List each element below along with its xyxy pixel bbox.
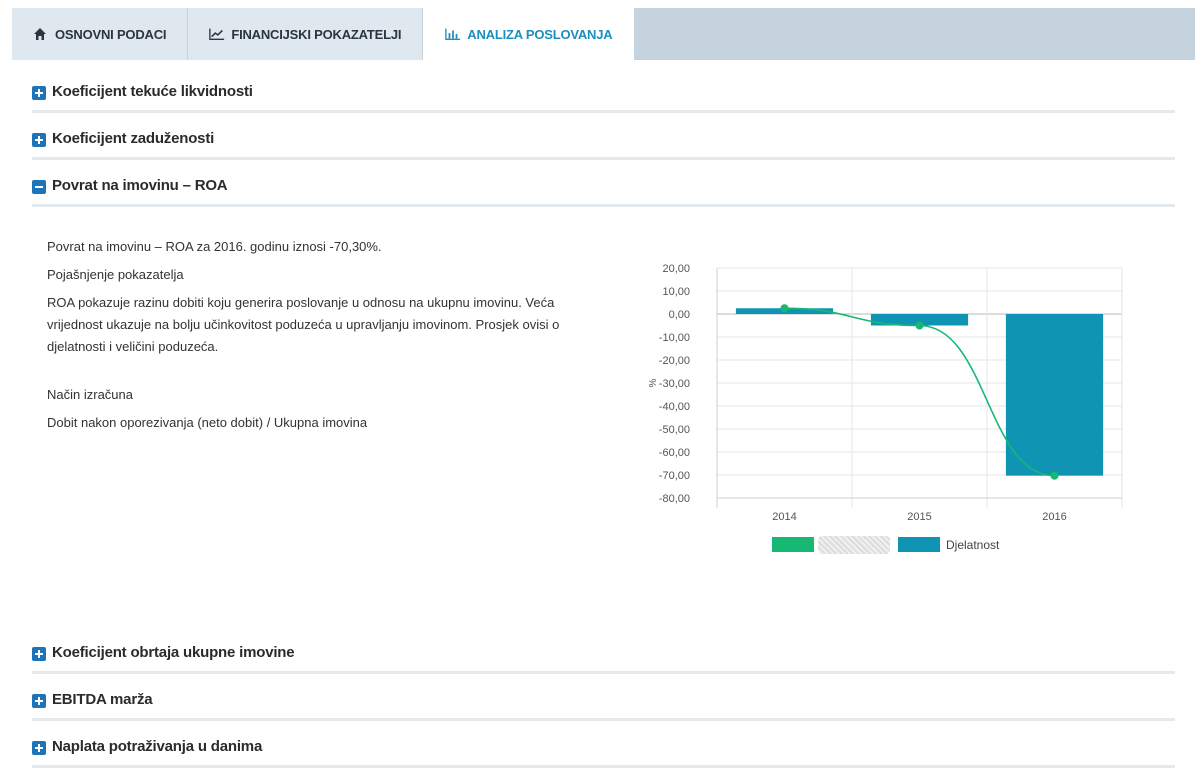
plus-icon [32, 86, 46, 100]
legend-blurred-label [818, 536, 890, 554]
section-title: EBITDA marža [52, 691, 153, 708]
section-title: Koeficijent obrtaja ukupne imovine [52, 644, 295, 661]
minus-icon [32, 180, 46, 194]
plus-icon [32, 694, 46, 708]
tab-osnovni-podaci[interactable]: OSNOVNI PODACI [12, 8, 189, 60]
y-tick-label: -30,00 [659, 378, 690, 390]
line-chart-icon [209, 27, 225, 41]
legend-swatch-bar [898, 537, 940, 552]
section-title: Povrat na imovinu – ROA [52, 177, 228, 194]
y-tick-label: -80,00 [659, 493, 690, 505]
bar-chart-icon [445, 27, 461, 41]
roa-chart: 20,00 10,00 0,00 -10,00 -20,00 -30,00 -40,00 -5… [648, 263, 1123, 552]
y-tick-label: -10,00 [659, 332, 690, 344]
tab-label: ANALIZA POSLOVANJA [467, 26, 613, 42]
x-tick-label: 2016 [1042, 511, 1066, 523]
x-tick-label: 2014 [772, 511, 796, 523]
x-tick-label: 2015 [907, 511, 931, 523]
legend-swatch-line [772, 537, 814, 552]
tab-label: FINANCIJSKI POKAZATELJI [231, 26, 402, 42]
y-tick-label: 0,00 [669, 309, 690, 321]
legend-label-djelatnost: Djelatnost [946, 538, 1000, 552]
home-icon [33, 27, 49, 41]
section-koeficijent-tekuce-likvidnosti[interactable]: Koeficijent tekuće likvidnosti [32, 82, 1175, 113]
roa-explain-text: ROA pokazuje razinu dobiti koju generira… [47, 295, 560, 354]
plus-icon [32, 647, 46, 661]
y-tick-label: 20,00 [662, 263, 690, 275]
y-tick-label: -40,00 [659, 401, 690, 413]
section-title: Koeficijent zaduženosti [52, 130, 215, 147]
roa-content: Povrat na imovinu – ROA za 2016. godinu … [47, 236, 587, 434]
y-axis-label: % [648, 378, 659, 387]
roa-explain-title: Pojašnjenje pokazatelja [47, 267, 184, 282]
section-koeficijent-zaduzenosti[interactable]: Koeficijent zaduženosti [32, 129, 1175, 160]
bar-2016 [1005, 314, 1104, 476]
line-point-2016 [1050, 471, 1059, 480]
tab-label: OSNOVNI PODACI [55, 26, 167, 42]
tab-financijski-pokazatelji[interactable]: FINANCIJSKI POKAZATELJI [188, 8, 424, 60]
plus-icon [32, 133, 46, 147]
y-tick-label: -60,00 [659, 447, 690, 459]
y-tick-label: -20,00 [659, 355, 690, 367]
y-tick-label: -50,00 [659, 424, 690, 436]
section-title: Koeficijent tekuće likvidnosti [52, 83, 253, 100]
section-koeficijent-obrtaja-ukupne-imovine[interactable]: Koeficijent obrtaja ukupne imovine [32, 643, 1175, 674]
roa-summary: Povrat na imovinu – ROA za 2016. godinu … [47, 239, 382, 254]
section-title: Naplata potraživanja u danima [52, 738, 263, 755]
tab-analiza-poslovanja[interactable]: ANALIZA POSLOVANJA [423, 8, 635, 60]
line-point-2014 [780, 304, 789, 313]
plus-icon [32, 741, 46, 755]
section-povrat-na-imovinu-roa[interactable]: Povrat na imovinu – ROA [32, 176, 1175, 207]
section-ebitda-marza[interactable]: EBITDA marža [32, 690, 1175, 721]
roa-calc-title: Način izračuna [47, 387, 133, 402]
roa-calc-text: Dobit nakon oporezivanja (neto dobit) / … [47, 415, 368, 430]
y-tick-label: -70,00 [659, 470, 690, 482]
tab-bar: OSNOVNI PODACI FINANCIJSKI POKAZATELJI A… [12, 8, 1195, 60]
line-point-2015 [915, 321, 924, 330]
section-naplata-potrazivanja-u-danima[interactable]: Naplata potraživanja u danima [32, 737, 1175, 768]
y-tick-label: 10,00 [662, 286, 690, 298]
